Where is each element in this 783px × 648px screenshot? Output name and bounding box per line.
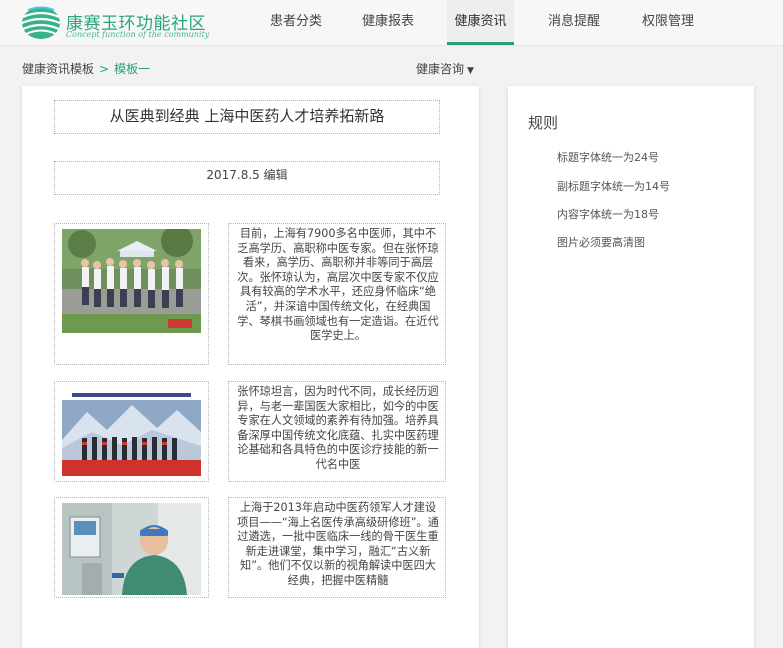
health-consult-dropdown[interactable]: 健康咨询 ▼ — [416, 60, 474, 77]
nav-patient-classification[interactable]: 患者分类 — [258, 0, 334, 45]
top-header: 康赛玉环功能社区 Concept function of the communi… — [0, 0, 783, 46]
article-title[interactable]: 从医典到经典 上海中医药人才培养拓新路 — [54, 100, 440, 134]
breadcrumb: 健康资讯模板 > 模板一 — [22, 60, 150, 77]
article-date[interactable]: 2017.8.5 编辑 — [54, 161, 440, 195]
chevron-down-icon: ▼ — [467, 66, 474, 76]
article-paragraph[interactable]: 张怀琼坦言，因为时代不同，成长经历迥异，与老一辈国医大家相比，如今的中医专家在人… — [228, 381, 446, 482]
nav-health-news[interactable]: 健康资讯 — [447, 0, 514, 45]
brand-subtitle: Concept function of the community — [66, 30, 210, 39]
photo-ceremony-stage-image — [62, 390, 201, 476]
article-panel: 从医典到经典 上海中医药人才培养拓新路 2017.8.5 编辑 目前，上海有79… — [22, 86, 479, 648]
globe-logo-icon — [21, 6, 61, 39]
breadcrumb-separator: > — [99, 62, 110, 76]
nav-permission-management[interactable]: 权限管理 — [630, 0, 706, 45]
nav-message-reminder[interactable]: 消息提醒 — [536, 0, 612, 45]
nav-health-report[interactable]: 健康报表 — [350, 0, 426, 45]
brand-logo[interactable]: 康赛玉环功能社区 Concept function of the communi… — [20, 5, 220, 43]
article-image-box[interactable] — [54, 381, 209, 482]
health-consult-label: 健康咨询 — [416, 62, 465, 76]
rules-title: 规则 — [528, 114, 559, 132]
photo-group-outdoor-image — [62, 229, 201, 333]
photo-doctor-clinic-image — [62, 503, 201, 595]
rule-item: 标题字体统一为24号 — [557, 151, 659, 164]
rule-item: 内容字体统一为18号 — [557, 208, 659, 221]
rule-item: 副标题字体统一为14号 — [557, 180, 670, 193]
article-image-box[interactable] — [54, 223, 209, 365]
breadcrumb-current[interactable]: 模板一 — [114, 62, 150, 76]
rules-panel: 规则 标题字体统一为24号 副标题字体统一为14号 内容字体统一为18号 图片必… — [508, 86, 754, 648]
article-paragraph[interactable]: 上海于2013年启动中医药领军人才建设项目——“海上名医传承高级研修班”。通过遴… — [228, 497, 446, 598]
rule-item: 图片必须要高清图 — [557, 236, 645, 249]
article-paragraph[interactable]: 目前，上海有7900多名中医师，其中不乏高学历、高职称中医专家。但在张怀琼看来，… — [228, 223, 446, 365]
breadcrumb-root[interactable]: 健康资讯模板 — [22, 62, 94, 76]
article-image-box[interactable] — [54, 497, 209, 598]
